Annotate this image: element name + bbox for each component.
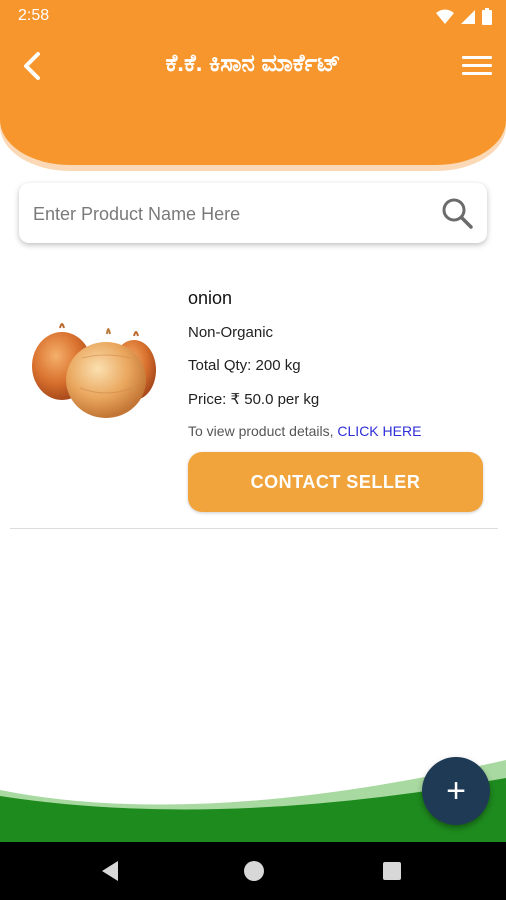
app-bar: ಕೆ.ಕೆ. ಕಿಸಾನ ಮಾರ್ಕೆಟ್ [0,32,506,101]
search-icon[interactable] [441,197,473,229]
battery-icon [482,8,492,25]
product-quantity: Total Qty: 200 kg [188,357,301,374]
nav-back-icon[interactable] [100,860,120,882]
product-type: Non-Organic [188,324,274,341]
search-input[interactable] [31,183,435,245]
click-here-link[interactable]: CLICK HERE [337,423,421,439]
add-product-fab[interactable]: + [422,757,490,825]
status-icons [436,8,492,25]
search-bar [19,183,487,245]
details-prefix: To view product details, [188,423,338,439]
divider [10,528,498,529]
product-details-text: To view product details, CLICK HERE [188,423,421,439]
nav-recents-icon[interactable] [383,862,401,880]
status-bar: 2:58 [0,0,506,32]
product-card: onion Non-Organic Total Qty: 200 kg Pric… [0,270,506,530]
wifi-icon [436,9,454,24]
contact-seller-button[interactable]: CONTACT SELLER [188,452,483,512]
header-curve [0,100,506,165]
onion-image [32,323,156,418]
menu-button[interactable] [462,50,492,80]
plus-icon: + [446,772,466,810]
product-price: Price: ₹ 50.0 per kg [188,391,320,408]
hamburger-icon [462,55,492,59]
product-name: onion [188,288,233,308]
system-nav-bar [0,842,506,900]
cell-signal-icon [461,9,475,24]
page-title: ಕೆ.ಕೆ. ಕಿಸಾನ ಮಾರ್ಕೆಟ್ [165,50,341,77]
nav-home-icon[interactable] [244,861,264,881]
status-time: 2:58 [18,7,50,24]
